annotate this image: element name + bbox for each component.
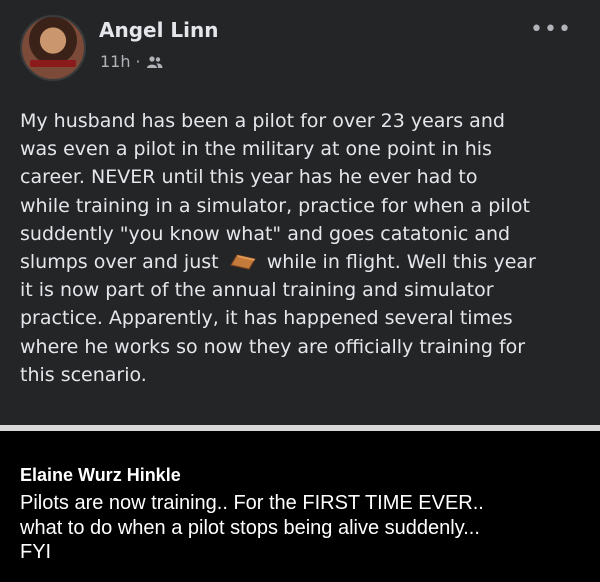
caption-line: Pilots are now training.. For the FIRST … [20,492,484,514]
caption-author: Elaine Wurz Hinkle [20,465,181,485]
post-line-with-emoji: slumps over and just while in flight. We… [20,248,592,276]
post-line: where he works so now they are officiall… [20,335,526,358]
more-options-icon[interactable]: ••• [530,18,571,42]
caption-line: what to do when a pilot stops being aliv… [20,516,480,539]
meta-separator: · [135,52,141,71]
facebook-post: Angel Linn 11h · ••• My husband has been… [0,0,600,425]
post-line: this scenario. [20,363,147,386]
caption-block: Elaine Wurz Hinkle Pilots are now traini… [0,431,600,582]
post-line: it is now part of the annual training an… [20,279,494,302]
friends-icon[interactable] [146,55,163,69]
emoji-line-before: slumps over and just [20,251,219,274]
post-line: while training in a simulator, practice … [20,194,530,217]
caption-text: Pilots are now training.. For the FIRST … [20,491,590,565]
avatar-band [30,60,76,67]
post-meta: 11h · [100,52,163,71]
post-line: suddently "you know what" and goes catat… [20,222,511,245]
post-line: was even a pilot in the military at one … [20,138,492,161]
caption-line: FYI [20,541,52,563]
post-time[interactable]: 11h [100,52,131,71]
post-line: My husband has been a pilot for over 23 … [20,110,505,132]
emoji-line-after: while in flight. Well this year [266,251,536,274]
post-line: practice. Apparently, it has happened se… [20,307,513,330]
coffin-emoji-icon [229,254,256,270]
author-avatar[interactable] [20,15,86,81]
post-line: career. NEVER until this year has he eve… [20,166,478,189]
post-body: My husband has been a pilot for over 23 … [20,107,592,389]
author-name[interactable]: Angel Linn [99,18,219,42]
